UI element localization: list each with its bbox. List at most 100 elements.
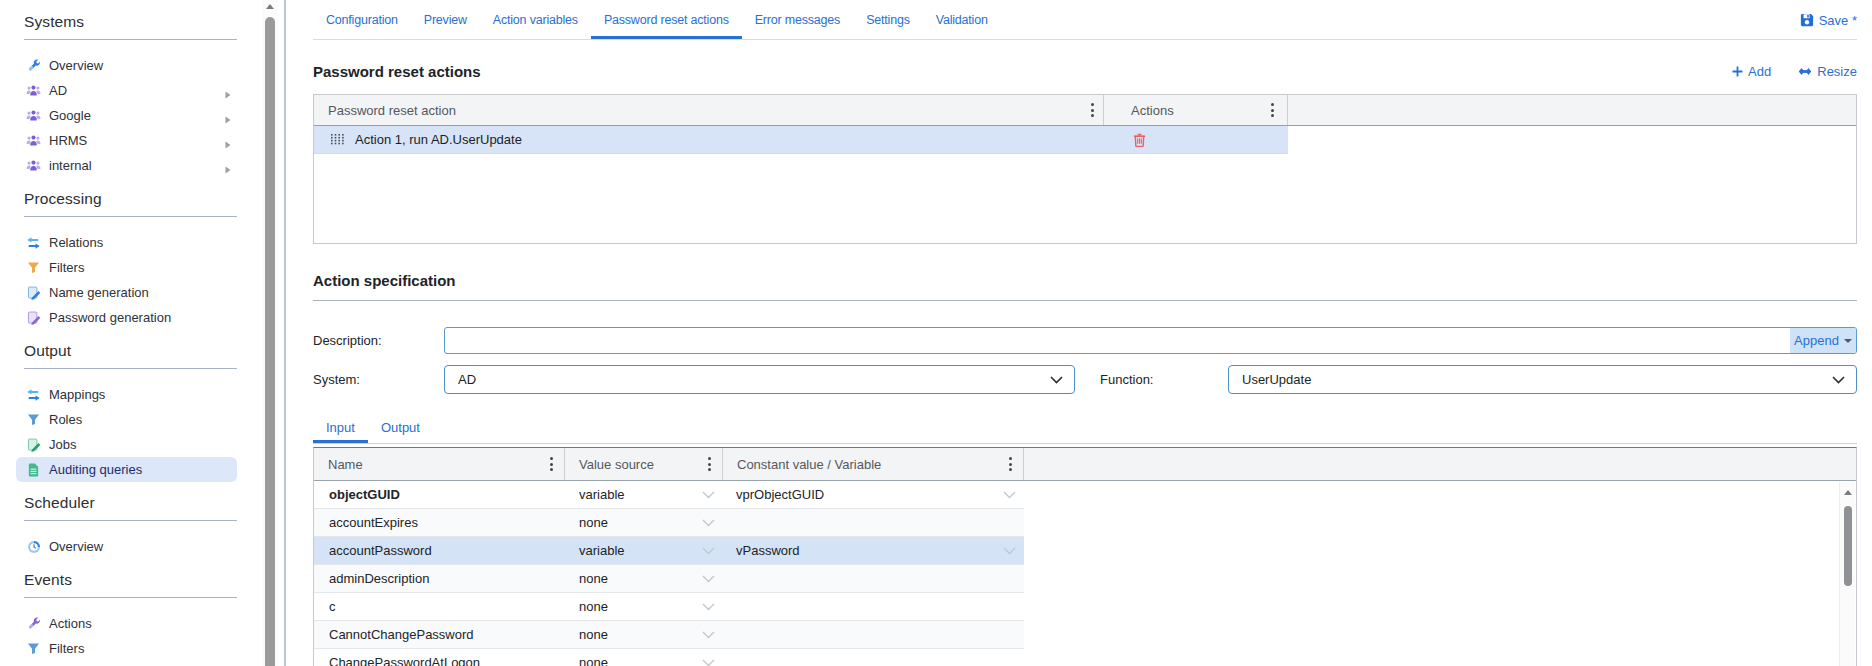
value-source-cell[interactable]: none	[565, 515, 723, 530]
value-source-cell[interactable]: none	[565, 599, 723, 614]
tab-validation[interactable]: Validation	[923, 0, 1001, 39]
chevron-down-icon	[1832, 376, 1845, 384]
tab-bar: ConfigurationPreviewAction variablesPass…	[313, 0, 1857, 40]
add-button[interactable]: Add	[1732, 64, 1771, 79]
value-source-cell[interactable]: none	[565, 655, 723, 666]
parameter-name-cell: ChangePasswordAtLogon	[314, 655, 565, 666]
column-header-name[interactable]: Name	[314, 448, 565, 480]
sidebar-section-title: Systems	[0, 12, 262, 32]
tab-preview[interactable]: Preview	[411, 0, 480, 39]
sidebar-item-label: Password generation	[49, 310, 171, 325]
sidebar-item-hrms[interactable]: HRMS	[16, 128, 237, 153]
sidebar-item-mappings[interactable]: Mappings	[16, 382, 237, 407]
sidebar-item-label: Relations	[49, 235, 103, 250]
sidebar-item-overview[interactable]: Overview	[16, 53, 237, 78]
sidebar-section-title: Scheduler	[0, 493, 262, 513]
parameters-scrollbar[interactable]	[1839, 482, 1855, 666]
system-function-row: System: AD Function: UserUpdate	[313, 365, 1857, 394]
column-header-const[interactable]: Constant value / Variable	[723, 448, 1024, 480]
sidebar-item-jobs[interactable]: Jobs	[16, 432, 237, 457]
io-tab-output[interactable]: Output	[368, 420, 433, 443]
sidebar-item-filters[interactable]: Filters	[16, 636, 237, 661]
chevron-down-icon	[702, 603, 715, 611]
tab-settings[interactable]: Settings	[853, 0, 923, 39]
column-menu-icon[interactable]	[1090, 103, 1094, 117]
sidebar-item-actions[interactable]: Actions	[16, 611, 237, 636]
sidebar-item-google[interactable]: Google	[16, 103, 237, 128]
constant-value-cell[interactable]: vprObjectGUID	[723, 487, 1024, 502]
parameter-name-cell: objectGUID	[314, 487, 565, 502]
scroll-up-icon[interactable]	[1844, 490, 1852, 495]
column-menu-icon[interactable]	[1008, 457, 1012, 471]
chevron-right-icon[interactable]	[225, 87, 231, 95]
save-button[interactable]: Save *	[1800, 0, 1857, 40]
sidebar-scrollbar[interactable]	[262, 0, 278, 666]
column-header-action[interactable]: Password reset action	[314, 95, 1104, 125]
column-header-source-label: Value source	[579, 457, 654, 472]
parameter-row-accountpassword[interactable]: accountPasswordvariablevPassword	[314, 537, 1024, 565]
chevron-right-icon[interactable]	[225, 112, 231, 120]
parameter-name-cell: adminDescription	[314, 571, 565, 586]
parameters-scrollbar-thumb[interactable]	[1844, 506, 1852, 586]
wrench-purple-icon	[26, 616, 41, 631]
plus-icon	[1732, 66, 1743, 77]
resize-button[interactable]: Resize	[1798, 64, 1857, 79]
parameter-row-cannotchangepassword[interactable]: CannotChangePasswordnone	[314, 621, 1024, 649]
tab-error-messages[interactable]: Error messages	[742, 0, 853, 39]
column-menu-icon[interactable]	[1270, 103, 1274, 117]
trash-icon[interactable]	[1133, 133, 1146, 147]
action-cell: Action 1, run AD.UserUpdate	[314, 132, 1104, 147]
actions-cell	[1104, 133, 1288, 147]
sidebar-item-password-generation[interactable]: Password generation	[16, 305, 237, 330]
description-input-wrap: Append	[444, 327, 1857, 354]
tab-action-variables[interactable]: Action variables	[480, 0, 591, 39]
column-header-source[interactable]: Value source	[565, 448, 723, 480]
sidebar-item-label: Auditing queries	[49, 462, 142, 477]
io-tab-input[interactable]: Input	[313, 420, 368, 443]
sidebar-item-label: Roles	[49, 412, 82, 427]
value-source-cell[interactable]: variable	[565, 487, 723, 502]
sidebar-item-roles[interactable]: Roles	[16, 407, 237, 432]
system-select[interactable]: AD	[444, 365, 1075, 394]
append-button[interactable]: Append	[1790, 328, 1856, 353]
parameter-row-changepasswordatlogon[interactable]: ChangePasswordAtLogonnone	[314, 649, 1024, 666]
sidebar-item-name-generation[interactable]: Name generation	[16, 280, 237, 305]
password-reset-action-row[interactable]: Action 1, run AD.UserUpdate	[314, 126, 1288, 154]
sidebar-item-label: Jobs	[49, 437, 76, 452]
function-select[interactable]: UserUpdate	[1228, 365, 1857, 394]
sidebar-item-auditing-queries[interactable]: Auditing queries	[16, 457, 237, 482]
tab-password-reset-actions[interactable]: Password reset actions	[591, 0, 742, 39]
sidebar-item-overview[interactable]: Overview	[16, 534, 237, 559]
sidebar-item-internal[interactable]: internal	[16, 153, 237, 178]
parameter-row-accountexpires[interactable]: accountExpiresnone	[314, 509, 1024, 537]
sidebar-item-label: Overview	[49, 58, 103, 73]
description-input[interactable]	[444, 327, 1857, 354]
parameter-row-c[interactable]: cnone	[314, 593, 1024, 621]
value-source-value: none	[579, 515, 608, 530]
constant-value-cell[interactable]: vPassword	[723, 543, 1024, 558]
chevron-right-icon[interactable]	[225, 137, 231, 145]
column-menu-icon[interactable]	[707, 457, 711, 471]
sidebar-section-title: Output	[0, 341, 262, 361]
actions-section-header: Password reset actions Add Resize	[313, 63, 1857, 79]
tab-configuration[interactable]: Configuration	[313, 0, 411, 39]
save-label: Save *	[1819, 13, 1857, 28]
sidebar-item-filters[interactable]: Filters	[16, 255, 237, 280]
sidebar-item-label: Google	[49, 108, 91, 123]
value-source-cell[interactable]: variable	[565, 543, 723, 558]
spec-section-title: Action specification	[313, 272, 456, 289]
chevron-right-icon[interactable]	[225, 162, 231, 170]
wrench-blue-icon	[26, 58, 41, 73]
column-menu-icon[interactable]	[549, 457, 553, 471]
value-source-cell[interactable]: none	[565, 627, 723, 642]
value-source-cell[interactable]: none	[565, 571, 723, 586]
drag-handle-icon[interactable]	[331, 134, 345, 145]
scroll-up-icon[interactable]	[266, 4, 274, 9]
column-header-name-label: Name	[328, 457, 363, 472]
parameter-row-objectguid[interactable]: objectGUIDvariablevprObjectGUID	[314, 481, 1024, 509]
column-header-actions[interactable]: Actions	[1104, 95, 1288, 125]
sidebar-item-ad[interactable]: AD	[16, 78, 237, 103]
parameter-row-admindescription[interactable]: adminDescriptionnone	[314, 565, 1024, 593]
sidebar-scrollbar-thumb[interactable]	[265, 17, 275, 666]
sidebar-item-relations[interactable]: Relations	[16, 230, 237, 255]
